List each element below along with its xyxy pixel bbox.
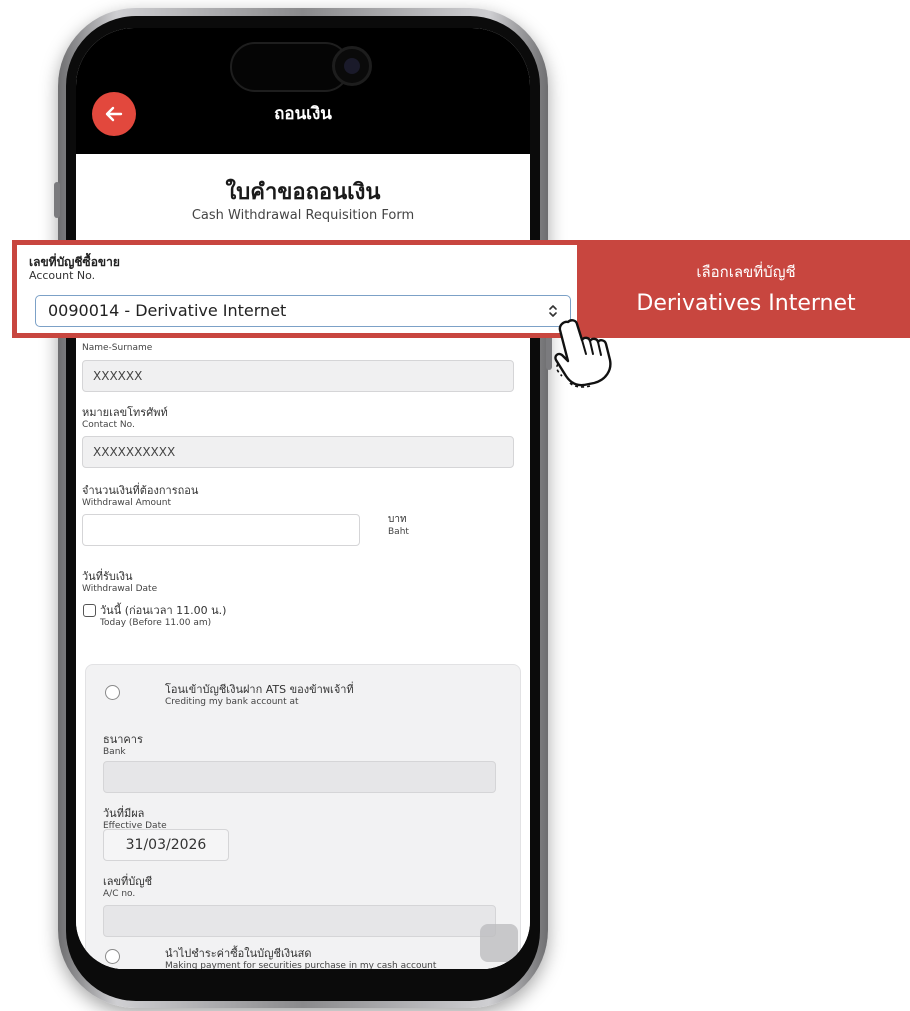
date-label-th: วันที่รับเงิน (82, 570, 133, 583)
bank-label-en: Bank (103, 747, 126, 757)
page-title: ถอนเงิน (274, 104, 332, 124)
account-callout: เลขที่บัญชีซื้อขาย Account No. 0090014 -… (12, 240, 582, 338)
name-label: Name-Surname (82, 342, 152, 355)
today-label: วันนี้ (ก่อนเวลา 11.00 น.) Today (Before… (100, 604, 226, 630)
hand-pointer-icon (554, 319, 612, 388)
amount-unit-en: Baht (388, 527, 409, 537)
annotation-line1: เลือกเลขที่บัญชี (696, 263, 796, 281)
option-ats-label: โอนเข้าบัญชีเงินฝาก ATS ของข้าพเจ้าที่ C… (165, 683, 354, 709)
phone-label: หมายเลขโทรศัพท์ Contact No. (82, 406, 168, 432)
amount-label-en: Withdrawal Amount (82, 498, 171, 508)
camera-lens (332, 46, 372, 86)
account-label-en: Account No. (29, 269, 96, 282)
option-cash-en: Making payment for securities purchase i… (165, 961, 437, 969)
today-checkbox[interactable] (83, 604, 96, 617)
option-ats-th: โอนเข้าบัญชีเงินฝาก ATS ของข้าพเจ้าที่ (165, 683, 354, 696)
option-ats-radio[interactable] (105, 685, 120, 700)
ac-no-label: เลขที่บัญชี A/C no. (103, 875, 152, 901)
amount-unit-th: บาท (388, 514, 407, 525)
date-label: วันที่รับเงิน Withdrawal Date (82, 570, 157, 596)
phone-field: XXXXXXXXXX (82, 436, 514, 468)
payment-panel: โอนเข้าบัญชีเงินฝาก ATS ของข้าพเจ้าที่ C… (85, 664, 521, 969)
effective-date-field[interactable]: 31/03/2026 (103, 829, 229, 861)
account-label-th: เลขที่บัญชีซื้อขาย (29, 255, 120, 269)
option-cash-label: นำไปชำระค่าซื้อในบัญชีเงินสด Making paym… (165, 947, 436, 969)
bank-label: ธนาคาร Bank (103, 733, 143, 759)
account-label: เลขที่บัญชีซื้อขาย Account No. (29, 255, 120, 283)
annotation-line2: Derivatives Internet (636, 291, 856, 316)
option-cash-th: นำไปชำระค่าซื้อในบัญชีเงินสด (165, 947, 312, 960)
today-label-th: วันนี้ (ก่อนเวลา 11.00 น.) (100, 604, 227, 617)
form-title: ใบคำขอถอนเงิน (225, 180, 381, 205)
form-subtitle: Cash Withdrawal Requisition Form (191, 208, 415, 223)
bank-field[interactable] (103, 761, 496, 793)
top-bar: ถอนเงิน (76, 28, 530, 154)
date-label-en: Withdrawal Date (82, 584, 158, 594)
effective-date-label-th: วันที่มีผล (103, 807, 145, 820)
annotation-banner: เลือกเลขที่บัญชี Derivatives Internet (582, 240, 910, 338)
ac-no-label-en: A/C no. (103, 889, 136, 899)
option-ats-en: Crediting my bank account at (165, 697, 299, 707)
today-label-en: Today (Before 11.00 am) (100, 618, 212, 628)
name-field: XXXXXX (82, 360, 514, 392)
ac-no-label-th: เลขที่บัญชี (103, 875, 153, 888)
floating-button[interactable] (480, 924, 518, 962)
phone-label-th: หมายเลขโทรศัพท์ (82, 406, 168, 419)
phone-screen: ถอนเงิน ใบคำขอถอนเงิน Cash Withdrawal Re… (76, 28, 530, 969)
amount-label-th: จำนวนเงินที่ต้องการถอน (82, 484, 199, 497)
account-select-value: 0090014 - Derivative Internet (48, 301, 287, 320)
name-label-en: Name-Surname (82, 343, 153, 353)
amount-input[interactable] (82, 514, 360, 546)
option-cash-radio[interactable] (105, 949, 120, 964)
bank-label-th: ธนาคาร (103, 733, 143, 746)
phone-label-en: Contact No. (82, 420, 135, 430)
account-select[interactable]: 0090014 - Derivative Internet (35, 295, 571, 327)
amount-label: จำนวนเงินที่ต้องการถอน Withdrawal Amount (82, 484, 198, 510)
amount-unit: บาท Baht (388, 514, 409, 538)
ac-no-field[interactable] (103, 905, 496, 937)
side-button-action (54, 182, 60, 218)
